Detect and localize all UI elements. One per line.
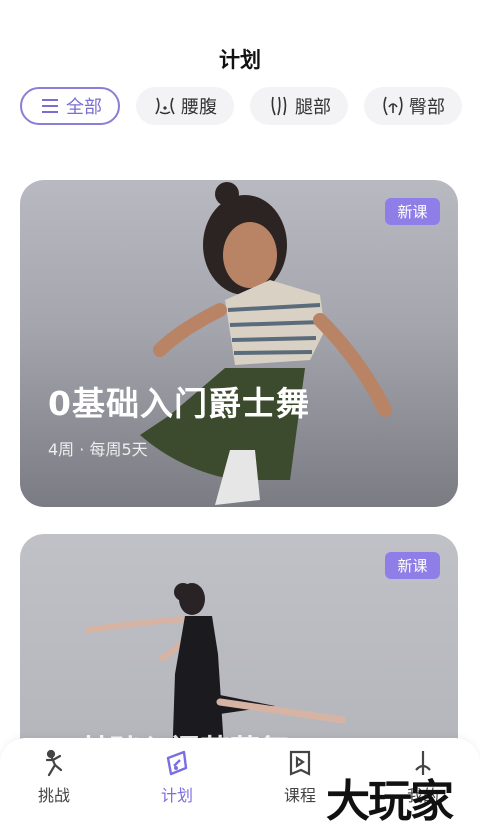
tab-challenge-label: 挑战 — [37, 786, 70, 805]
filter-legs-label: 腿部 — [295, 97, 331, 118]
tab-plan-label: 计划 — [160, 786, 193, 805]
filter-hips[interactable]: 臀部 — [364, 87, 462, 125]
hips-icon — [381, 95, 405, 117]
filter-waist-label: 腰腹 — [181, 97, 217, 118]
filter-all-label: 全部 — [66, 97, 102, 118]
filter-legs[interactable]: 腿部 — [250, 87, 348, 125]
page-title: 计划 — [219, 48, 261, 72]
plan-card[interactable]: 新课 基础入门芭蕾舞 — [20, 534, 458, 764]
challenge-icon — [45, 749, 63, 777]
watermark-text: 大玩家 — [326, 776, 454, 827]
filter-hips-label: 臀部 — [409, 97, 445, 118]
new-badge: 新课 — [385, 198, 440, 225]
new-badge: 新课 — [385, 552, 440, 579]
waist-icon — [153, 95, 177, 117]
tab-course-label: 课程 — [283, 786, 316, 805]
menu-icon — [38, 95, 62, 117]
tab-plan[interactable]: 计划 — [137, 748, 217, 806]
course-icon — [289, 750, 311, 776]
card-subtitle: 4周 · 每周5天 — [48, 440, 148, 459]
plan-card[interactable]: 新课 0基础入门爵士舞 4周 · 每周5天 — [20, 180, 458, 507]
plan-icon — [166, 750, 188, 776]
legs-icon — [267, 95, 291, 117]
filter-waist[interactable]: 腰腹 — [136, 87, 234, 125]
card-title: 0基础入门爵士舞 — [48, 384, 310, 423]
tab-challenge[interactable]: 挑战 — [14, 748, 94, 806]
filter-chips: 全部 腰腹 腿部 臀部 — [20, 87, 462, 125]
filter-all[interactable]: 全部 — [20, 87, 120, 125]
